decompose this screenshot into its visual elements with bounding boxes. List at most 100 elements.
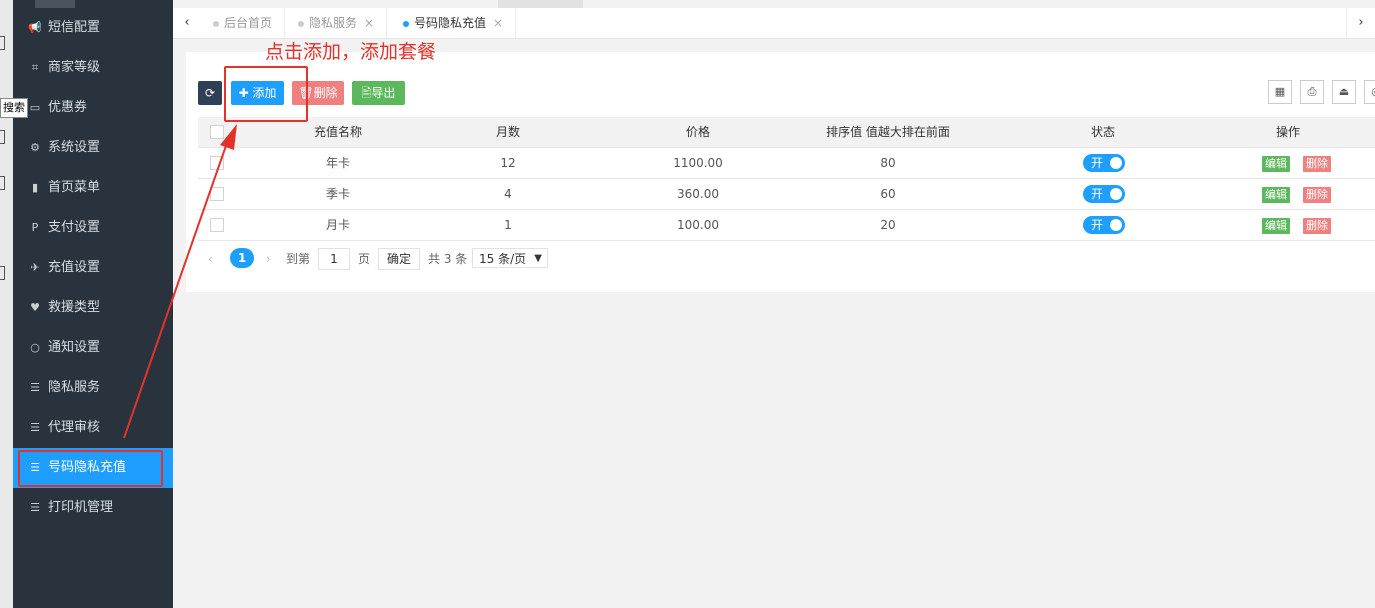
table-row: 季卡 4 360.00 60 开 编辑 删除 <box>198 179 1375 210</box>
sidebar-item-label: 充值设置 <box>48 260 101 275</box>
delete-button[interactable]: 删除 <box>1303 187 1331 203</box>
strip-marker <box>0 266 5 280</box>
tab-number-privacy-recharge[interactable]: 号码隐私充值 × <box>391 8 517 38</box>
tab-privacy-service[interactable]: 隐私服务 × <box>286 8 388 38</box>
page-prev-button[interactable]: ‹ <box>208 247 213 271</box>
status-toggle[interactable]: 开 <box>1083 216 1125 234</box>
sidebar-item-label: 优惠券 <box>48 100 88 115</box>
sidebar-item[interactable]: ♥ 救援类型 <box>13 288 173 328</box>
sidebar-item-label: 通知设置 <box>48 340 101 355</box>
annotation-box-add <box>224 66 308 122</box>
row-checkbox[interactable] <box>210 156 224 170</box>
edit-button[interactable]: 编辑 <box>1262 218 1290 234</box>
sidebar-item[interactable]: P 支付设置 <box>13 208 173 248</box>
per-page-value: 15 条/页 <box>479 252 527 266</box>
sidebar-item[interactable]: 📢 短信配置 <box>13 8 173 48</box>
sidebar-logo-edge <box>35 0 75 8</box>
annotation-text: 点击添加，添加套餐 <box>265 41 437 63</box>
toggle-knob <box>1110 219 1122 231</box>
content-panel: ⟳ ✚ 添加 🗑删除 🖹导出 ▦ ⎙ ⏏ ◎ 充值名称 月数 价格 排序值 值越… <box>186 52 1375 292</box>
sidebar-item[interactable]: ⚙ 系统设置 <box>13 128 173 168</box>
sidebar-item-label: 首页菜单 <box>48 180 101 195</box>
column-header-sort: 排序值 值越大排在前面 <box>826 125 950 139</box>
circle-icon: ○ <box>30 341 40 354</box>
status-toggle-label: 开 <box>1091 218 1104 232</box>
cell-price: 360.00 <box>677 187 719 201</box>
sidebar-item-label: 支付设置 <box>48 220 101 235</box>
sidebar-item[interactable]: ○ 通知设置 <box>13 328 173 368</box>
tab-dot-icon <box>403 20 409 27</box>
columns-icon[interactable]: ▦ <box>1268 80 1292 104</box>
megaphone-icon: 📢 <box>28 21 42 34</box>
column-header-months: 月数 <box>495 125 520 139</box>
sidebar-item[interactable]: ☰ 打印机管理 <box>13 488 173 528</box>
export-icon[interactable]: ⏏ <box>1332 80 1356 104</box>
tab-next-button[interactable]: › <box>1346 8 1375 38</box>
list-icon: ☰ <box>30 501 40 514</box>
cell-name: 年卡 <box>325 156 350 170</box>
tab-bar: ‹ 后台首页 隐私服务 × 号码隐私充值 × › <box>173 8 1375 39</box>
delete-button[interactable]: 删除 <box>1303 218 1331 234</box>
toggle-knob <box>1110 157 1122 169</box>
annotation-box-menu <box>18 450 163 487</box>
edit-button[interactable]: 编辑 <box>1262 187 1290 203</box>
select-all-checkbox[interactable] <box>210 125 224 139</box>
print-icon[interactable]: ⎙ <box>1300 80 1324 104</box>
cell-months: 12 <box>500 156 516 170</box>
page-next-button[interactable]: › <box>266 247 271 271</box>
list-icon: ☰ <box>30 421 40 434</box>
cell-sort: 60 <box>880 187 896 201</box>
strip-marker <box>0 36 5 50</box>
tab-prev-button[interactable]: ‹ <box>173 8 201 38</box>
cell-name: 月卡 <box>325 218 350 232</box>
goto-confirm-button[interactable]: 确定 <box>378 248 420 270</box>
sidebar-item[interactable]: ▭ 优惠券 <box>13 88 173 128</box>
crop-icon: ⌗ <box>31 61 39 74</box>
refresh-button[interactable]: ⟳ <box>198 81 222 105</box>
strip-marker <box>0 176 5 190</box>
page-current[interactable]: 1 <box>230 248 254 268</box>
cell-name: 季卡 <box>325 187 350 201</box>
total-count: 共 3 条 <box>428 252 468 266</box>
delete-button[interactable]: 删除 <box>1303 156 1331 172</box>
heart-icon: ♥ <box>30 301 40 314</box>
sidebar-item[interactable]: ⌗ 商家等级 <box>13 48 173 88</box>
sidebar-item[interactable]: ✈ 充值设置 <box>13 248 173 288</box>
recharge-icon: ✈ <box>30 261 40 274</box>
close-icon[interactable]: × <box>364 16 374 30</box>
table-header: 充值名称 月数 价格 排序值 值越大排在前面 状态 操作 <box>198 117 1375 148</box>
sidebar: 📢 短信配置 ⌗ 商家等级 ▭ 优惠券 ⚙ 系统设置 ▮ 首页菜单 P 支付设置 ✈ 充值设置 ♥ 救援类型 ○… <box>13 0 173 608</box>
sidebar-item[interactable]: ☰ 隐私服务 <box>13 368 173 408</box>
cell-sort: 80 <box>880 156 896 170</box>
export-button[interactable]: 🖹导出 <box>352 81 405 105</box>
paypal-icon: P <box>31 221 39 234</box>
tab-dot-icon <box>213 20 219 27</box>
column-header-price: 价格 <box>685 125 710 139</box>
sidebar-item-label: 系统设置 <box>48 140 101 155</box>
tab-home[interactable]: 后台首页 <box>201 8 286 38</box>
cell-months: 1 <box>504 218 512 232</box>
search-icon[interactable]: ◎ <box>1364 80 1375 104</box>
sidebar-item-label: 代理审核 <box>48 420 101 435</box>
strip-marker <box>0 130 5 144</box>
row-checkbox[interactable] <box>210 187 224 201</box>
sidebar-item[interactable]: ▮ 首页菜单 <box>13 168 173 208</box>
goto-page-input[interactable]: 1 <box>318 248 350 270</box>
goto-label: 到第 <box>286 252 311 266</box>
list-icon: ☰ <box>30 381 40 394</box>
left-edge-strip <box>0 0 13 608</box>
status-toggle[interactable]: 开 <box>1083 185 1125 203</box>
status-toggle-label: 开 <box>1091 187 1104 201</box>
status-toggle[interactable]: 开 <box>1083 154 1125 172</box>
tab-dot-icon <box>298 20 304 27</box>
coupon-icon: ▭ <box>29 101 41 114</box>
sidebar-item[interactable]: ☰ 代理审核 <box>13 408 173 448</box>
close-icon[interactable]: × <box>493 16 503 30</box>
row-checkbox[interactable] <box>210 218 224 232</box>
column-header-actions: 操作 <box>1275 125 1300 139</box>
edit-button[interactable]: 编辑 <box>1262 156 1290 172</box>
per-page-select[interactable]: 15 条/页 ▼ <box>472 248 548 268</box>
column-header-status: 状态 <box>1090 125 1115 139</box>
gear-icon: ⚙ <box>30 141 40 154</box>
sidebar-item-label: 短信配置 <box>48 20 101 35</box>
